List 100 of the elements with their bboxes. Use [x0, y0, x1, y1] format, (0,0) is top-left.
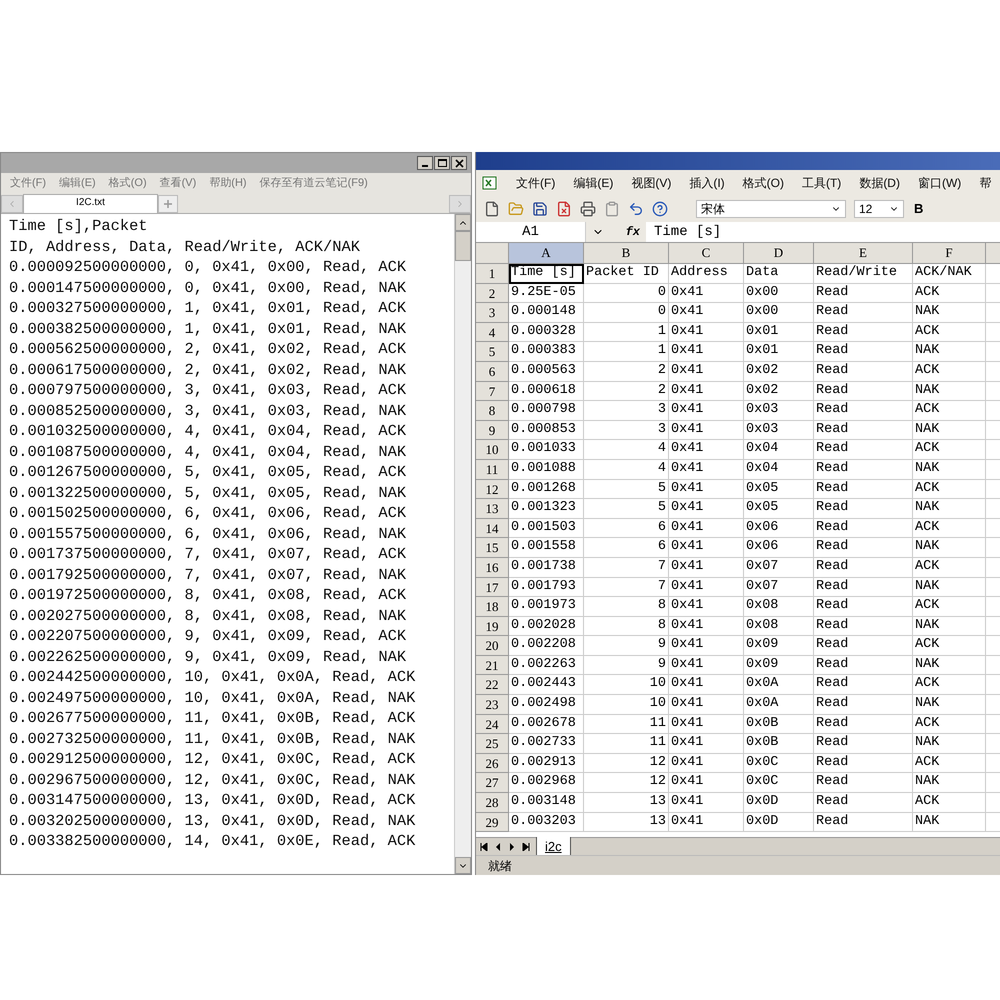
table-cell[interactable]: 9 [584, 636, 669, 656]
table-cell[interactable]: ACK [913, 322, 986, 342]
table-cell[interactable]: 0x09 [744, 656, 814, 676]
table-cell[interactable]: Read [814, 362, 913, 382]
table-cell[interactable]: 0x05 [744, 480, 814, 500]
table-cell[interactable]: 6 [584, 538, 669, 558]
table-cell[interactable]: NAK [913, 616, 986, 636]
table-cell[interactable]: Read [814, 538, 913, 558]
table-cell[interactable]: 0.002443 [509, 675, 584, 696]
menu-item[interactable]: 插入(I) [689, 174, 725, 192]
menu-item[interactable]: 文件(F) [10, 175, 46, 192]
table-cell[interactable]: 0x02 [744, 362, 814, 382]
table-cell[interactable]: 6 [584, 518, 669, 538]
table-cell[interactable]: ACK [913, 675, 986, 696]
row-header[interactable]: 24 [476, 714, 509, 734]
table-cell[interactable]: 0x41 [669, 695, 744, 715]
table-cell[interactable]: 0x41 [669, 420, 744, 440]
clipboard-icon[interactable] [604, 200, 620, 216]
table-cell[interactable]: 0 [584, 303, 669, 323]
row-header[interactable]: 23 [476, 695, 509, 715]
table-cell[interactable]: 0x41 [669, 714, 744, 734]
row-header[interactable]: 16 [476, 558, 509, 578]
table-cell[interactable]: Read [814, 578, 913, 598]
table-cell[interactable]: 8 [584, 616, 669, 636]
undo-icon[interactable] [628, 200, 644, 216]
menu-item[interactable]: 格式(O) [742, 174, 784, 192]
row-header[interactable]: 6 [476, 362, 509, 382]
table-cell[interactable]: ACK [913, 597, 986, 617]
table-cell[interactable]: NAK [913, 538, 986, 558]
column-header[interactable]: B [584, 243, 669, 264]
menu-item[interactable]: 工具(T) [802, 174, 842, 192]
table-cell[interactable]: 0x00 [744, 284, 814, 304]
table-cell[interactable]: 0.001268 [509, 480, 584, 500]
row-header[interactable]: 11 [476, 460, 509, 480]
table-cell[interactable]: 0.000618 [509, 382, 584, 402]
table-cell[interactable]: 1 [584, 342, 669, 362]
menu-item[interactable]: 查看(V) [160, 175, 196, 192]
table-cell[interactable]: 0x41 [669, 480, 744, 500]
table-cell[interactable]: 0x41 [669, 675, 744, 696]
table-cell[interactable]: ACK/NAK [913, 264, 986, 284]
table-cell[interactable]: 0.001793 [509, 578, 584, 598]
table-cell[interactable]: 0.001323 [509, 499, 584, 519]
table-cell[interactable]: ACK [913, 558, 986, 578]
table-cell[interactable]: Read [814, 518, 913, 538]
table-cell[interactable]: 9.25E-05 [509, 284, 584, 304]
table-cell[interactable]: 0x41 [669, 342, 744, 362]
table-cell[interactable]: Read [814, 734, 913, 754]
row-header[interactable]: 15 [476, 538, 509, 558]
table-cell[interactable]: 0.001033 [509, 440, 584, 460]
table-cell[interactable]: 0x00 [744, 303, 814, 323]
table-cell[interactable]: 0.002028 [509, 616, 584, 636]
table-cell[interactable]: Read [814, 714, 913, 734]
table-cell[interactable]: 0x07 [744, 558, 814, 578]
table-cell[interactable]: Read [814, 695, 913, 715]
table-cell[interactable]: ACK [913, 754, 986, 774]
table-cell[interactable]: 12 [584, 773, 669, 794]
table-cell[interactable]: 0x41 [669, 616, 744, 636]
row-header[interactable]: 26 [476, 754, 509, 774]
save-icon[interactable] [532, 200, 548, 216]
table-cell[interactable]: 0x01 [744, 322, 814, 342]
table-cell[interactable]: 0.002733 [509, 734, 584, 754]
table-cell[interactable]: 0x0A [744, 695, 814, 715]
menu-item[interactable]: 保存至有道云笔记(F9) [260, 175, 368, 192]
table-cell[interactable]: 0.003203 [509, 812, 584, 832]
table-cell[interactable]: 0x06 [744, 518, 814, 538]
menu-item[interactable]: 数据(D) [859, 174, 900, 192]
table-cell[interactable]: 0x41 [669, 812, 744, 832]
menu-item[interactable]: 文件(F) [516, 174, 556, 192]
table-cell[interactable]: 0x0B [744, 714, 814, 734]
table-cell[interactable]: 0x41 [669, 303, 744, 323]
table-cell[interactable]: NAK [913, 342, 986, 362]
table-cell[interactable]: 0.000853 [509, 420, 584, 440]
table-cell[interactable]: 0.002498 [509, 695, 584, 715]
maximize-button[interactable] [434, 156, 450, 170]
table-cell[interactable]: ACK [913, 362, 986, 382]
table-cell[interactable]: 13 [584, 812, 669, 832]
menu-item[interactable]: 帮 [979, 174, 992, 192]
table-cell[interactable]: Packet ID [584, 264, 669, 284]
table-cell[interactable]: Read [814, 812, 913, 832]
column-header[interactable]: A [509, 243, 584, 264]
first-sheet-icon[interactable] [480, 842, 488, 850]
table-cell[interactable]: 0x41 [669, 754, 744, 774]
table-cell[interactable]: 0x41 [669, 597, 744, 617]
column-header[interactable]: C [669, 243, 744, 264]
bold-button[interactable]: B [912, 198, 926, 218]
menu-item[interactable]: 编辑(E) [573, 174, 614, 192]
table-cell[interactable]: 0x41 [669, 538, 744, 558]
sheet-tab[interactable]: i2c [536, 836, 571, 856]
table-cell[interactable]: 0x41 [669, 656, 744, 676]
table-cell[interactable]: 0x0A [744, 675, 814, 696]
table-cell[interactable]: Read [814, 499, 913, 519]
table-cell[interactable]: 0.002263 [509, 656, 584, 676]
table-cell[interactable]: 0.003148 [509, 793, 584, 813]
table-cell[interactable]: 0x0B [744, 734, 814, 754]
table-cell[interactable]: Read/Write [814, 264, 913, 284]
corner-cell[interactable] [476, 243, 509, 264]
table-cell[interactable]: 0x41 [669, 734, 744, 754]
table-cell[interactable]: NAK [913, 499, 986, 519]
table-cell[interactable]: ACK [913, 636, 986, 656]
table-cell[interactable]: Read [814, 322, 913, 342]
